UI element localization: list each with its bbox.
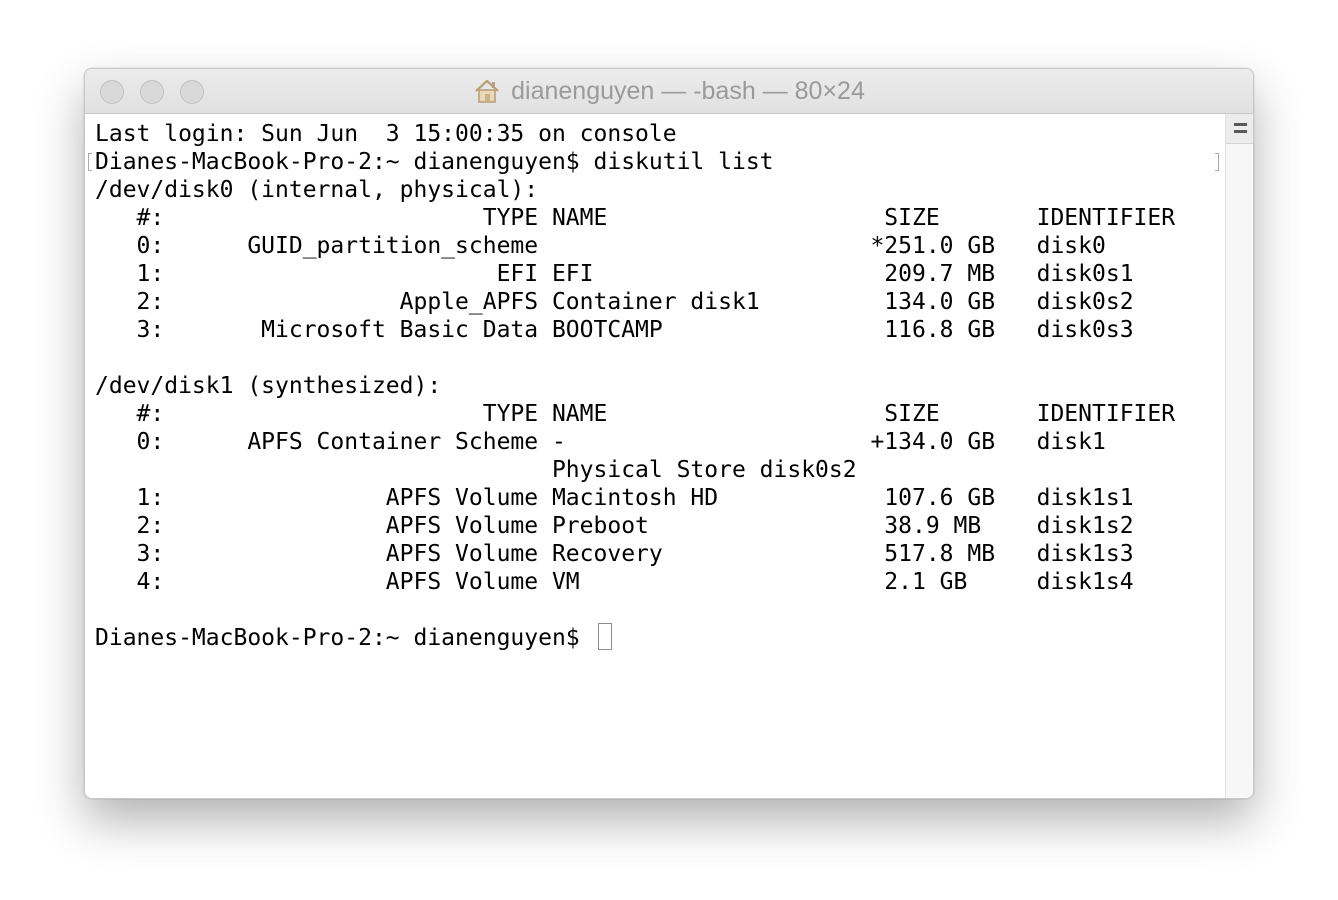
window-title: dianenguyen — -bash — 80×24 <box>511 76 865 105</box>
terminal-line: Physical Store disk0s2 <box>95 457 857 483</box>
terminal-prompt[interactable]: Dianes-MacBook-Pro-2:~ dianenguyen$ <box>95 624 594 652</box>
terminal-content[interactable]: Last login: Sun Jun 3 15:00:35 on consol… <box>85 114 1225 798</box>
terminal-line: Last login: Sun Jun 3 15:00:35 on consol… <box>95 121 677 147</box>
window-title-group: dianenguyen — -bash — 80×24 <box>85 69 1253 113</box>
terminal-line: #: TYPE NAME SIZE IDENTIFIER <box>95 401 1176 427</box>
terminal-line: 3: APFS Volume Recovery 517.8 MB disk1s3 <box>95 541 1134 567</box>
split-pane-button[interactable] <box>1226 114 1253 144</box>
terminal-line: 0: APFS Container Scheme - +134.0 GB dis… <box>95 429 1106 455</box>
terminal-line: 1: APFS Volume Macintosh HD 107.6 GB dis… <box>95 485 1134 511</box>
terminal-line: 2: Apple_APFS Container disk1 134.0 GB d… <box>95 289 1134 315</box>
terminal-line: 4: APFS Volume VM 2.1 GB disk1s4 <box>95 569 1134 595</box>
scrollbar[interactable] <box>1225 114 1253 798</box>
title-bar[interactable]: dianenguyen — -bash — 80×24 <box>85 69 1253 114</box>
terminal-cursor <box>598 623 612 650</box>
split-pane-icon-bar-top <box>1234 123 1247 126</box>
home-icon <box>475 79 499 103</box>
terminal-line: Dianes-MacBook-Pro-2:~ dianenguyen$ disk… <box>95 149 774 175</box>
terminal-line: 0: GUID_partition_scheme *251.0 GB disk0 <box>95 233 1106 259</box>
command-mark-left <box>88 153 92 171</box>
command-mark-right <box>1215 153 1219 171</box>
terminal-line: 3: Microsoft Basic Data BOOTCAMP 116.8 G… <box>95 317 1134 343</box>
terminal-line: #: TYPE NAME SIZE IDENTIFIER <box>95 205 1176 231</box>
terminal-line: 2: APFS Volume Preboot 38.9 MB disk1s2 <box>95 513 1134 539</box>
terminal-line: 1: EFI EFI 209.7 MB disk0s1 <box>95 261 1134 287</box>
terminal-line: /dev/disk1 (synthesized): <box>95 373 442 399</box>
terminal-line: /dev/disk0 (internal, physical): <box>95 177 539 203</box>
terminal-window: dianenguyen — -bash — 80×24 Last login: … <box>84 68 1254 799</box>
split-pane-icon-bar-bottom <box>1234 130 1247 133</box>
